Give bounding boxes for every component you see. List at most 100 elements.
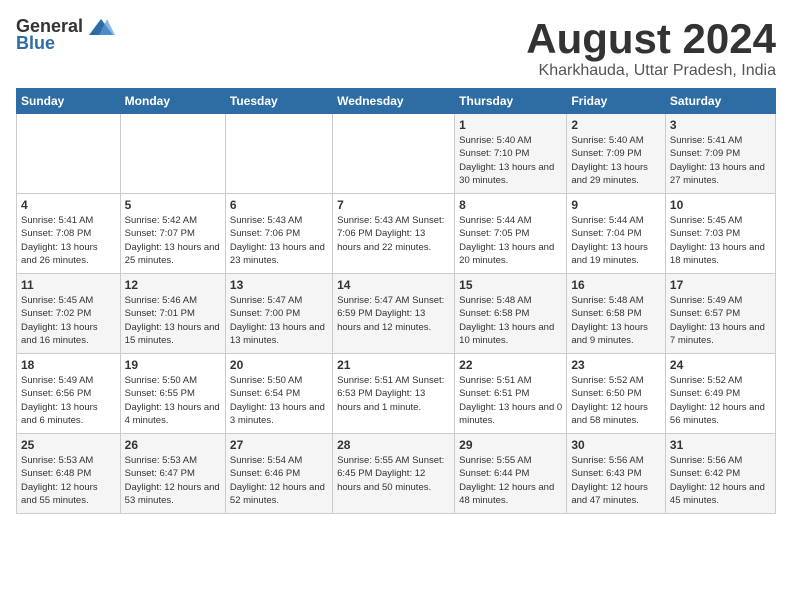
day-number: 9	[571, 198, 661, 212]
calendar-cell: 2 Sunrise: 5:40 AM Sunset: 7:09 PM Daylig…	[567, 114, 666, 194]
logo: General Blue	[16, 16, 115, 54]
day-detail: Sunrise: 5:40 AM Sunset: 7:09 PM Dayligh…	[571, 134, 661, 187]
calendar-cell: 27 Sunrise: 5:54 AM Sunset: 6:46 PM Dayli…	[225, 434, 332, 514]
calendar-cell: 10 Sunrise: 5:45 AM Sunset: 7:03 PM Dayli…	[665, 194, 775, 274]
day-detail: Sunrise: 5:48 AM Sunset: 6:58 PM Dayligh…	[571, 294, 661, 347]
calendar-cell: 30 Sunrise: 5:56 AM Sunset: 6:43 PM Dayli…	[567, 434, 666, 514]
day-detail: Sunrise: 5:56 AM Sunset: 6:43 PM Dayligh…	[571, 454, 661, 507]
day-number: 24	[670, 358, 771, 372]
day-number: 30	[571, 438, 661, 452]
title-block: August 2024 Kharkhauda, Uttar Pradesh, I…	[526, 16, 776, 80]
col-header-tuesday: Tuesday	[225, 89, 332, 114]
calendar-title: August 2024	[526, 16, 776, 62]
day-number: 20	[230, 358, 328, 372]
calendar-cell: 20 Sunrise: 5:50 AM Sunset: 6:54 PM Dayli…	[225, 354, 332, 434]
day-number: 31	[670, 438, 771, 452]
day-detail: Sunrise: 5:43 AM Sunset: 7:06 PM Dayligh…	[337, 214, 450, 254]
col-header-monday: Monday	[120, 89, 225, 114]
day-detail: Sunrise: 5:48 AM Sunset: 6:58 PM Dayligh…	[459, 294, 562, 347]
calendar-cell: 23 Sunrise: 5:52 AM Sunset: 6:50 PM Dayli…	[567, 354, 666, 434]
day-detail: Sunrise: 5:55 AM Sunset: 6:45 PM Dayligh…	[337, 454, 450, 494]
day-number: 21	[337, 358, 450, 372]
calendar-cell: 31 Sunrise: 5:56 AM Sunset: 6:42 PM Dayli…	[665, 434, 775, 514]
day-detail: Sunrise: 5:52 AM Sunset: 6:49 PM Dayligh…	[670, 374, 771, 427]
day-detail: Sunrise: 5:47 AM Sunset: 6:59 PM Dayligh…	[337, 294, 450, 334]
col-header-saturday: Saturday	[665, 89, 775, 114]
col-header-thursday: Thursday	[455, 89, 567, 114]
calendar-cell: 8 Sunrise: 5:44 AM Sunset: 7:05 PM Daylig…	[455, 194, 567, 274]
day-number: 1	[459, 118, 562, 132]
calendar-cell: 11Sunrise: 5:45 AM Sunset: 7:02 PM Dayli…	[17, 274, 121, 354]
calendar-cell: 12Sunrise: 5:46 AM Sunset: 7:01 PM Dayli…	[120, 274, 225, 354]
calendar-cell: 25Sunrise: 5:53 AM Sunset: 6:48 PM Dayli…	[17, 434, 121, 514]
day-detail: Sunrise: 5:51 AM Sunset: 6:53 PM Dayligh…	[337, 374, 450, 414]
day-detail: Sunrise: 5:45 AM Sunset: 7:03 PM Dayligh…	[670, 214, 771, 267]
day-number: 14	[337, 278, 450, 292]
day-number: 11	[21, 278, 116, 292]
day-number: 28	[337, 438, 450, 452]
col-header-friday: Friday	[567, 89, 666, 114]
calendar-cell: 7 Sunrise: 5:43 AM Sunset: 7:06 PM Daylig…	[333, 194, 455, 274]
calendar-cell: 14 Sunrise: 5:47 AM Sunset: 6:59 PM Dayli…	[333, 274, 455, 354]
day-detail: Sunrise: 5:49 AM Sunset: 6:57 PM Dayligh…	[670, 294, 771, 347]
calendar-cell: 29 Sunrise: 5:55 AM Sunset: 6:44 PM Dayli…	[455, 434, 567, 514]
day-detail: Sunrise: 5:50 AM Sunset: 6:55 PM Dayligh…	[125, 374, 221, 427]
day-detail: Sunrise: 5:47 AM Sunset: 7:00 PM Dayligh…	[230, 294, 328, 347]
day-detail: Sunrise: 5:55 AM Sunset: 6:44 PM Dayligh…	[459, 454, 562, 507]
calendar-cell: 16 Sunrise: 5:48 AM Sunset: 6:58 PM Dayli…	[567, 274, 666, 354]
day-detail: Sunrise: 5:50 AM Sunset: 6:54 PM Dayligh…	[230, 374, 328, 427]
calendar-cell: 13 Sunrise: 5:47 AM Sunset: 7:00 PM Dayli…	[225, 274, 332, 354]
day-number: 23	[571, 358, 661, 372]
day-number: 26	[125, 438, 221, 452]
calendar-cell: 21 Sunrise: 5:51 AM Sunset: 6:53 PM Dayli…	[333, 354, 455, 434]
day-number: 15	[459, 278, 562, 292]
calendar-cell: 19 Sunrise: 5:50 AM Sunset: 6:55 PM Dayli…	[120, 354, 225, 434]
day-number: 10	[670, 198, 771, 212]
day-number: 7	[337, 198, 450, 212]
day-number: 8	[459, 198, 562, 212]
day-detail: Sunrise: 5:49 AM Sunset: 6:56 PM Dayligh…	[21, 374, 116, 427]
day-number: 12	[125, 278, 221, 292]
col-header-sunday: Sunday	[17, 89, 121, 114]
day-number: 2	[571, 118, 661, 132]
calendar-cell: 6Sunrise: 5:43 AM Sunset: 7:06 PM Daylig…	[225, 194, 332, 274]
calendar-cell: 9 Sunrise: 5:44 AM Sunset: 7:04 PM Daylig…	[567, 194, 666, 274]
day-number: 13	[230, 278, 328, 292]
day-detail: Sunrise: 5:54 AM Sunset: 6:46 PM Dayligh…	[230, 454, 328, 507]
day-detail: Sunrise: 5:53 AM Sunset: 6:47 PM Dayligh…	[125, 454, 221, 507]
calendar-cell	[225, 114, 332, 194]
day-detail: Sunrise: 5:56 AM Sunset: 6:42 PM Dayligh…	[670, 454, 771, 507]
calendar-cell: 17 Sunrise: 5:49 AM Sunset: 6:57 PM Dayli…	[665, 274, 775, 354]
day-detail: Sunrise: 5:42 AM Sunset: 7:07 PM Dayligh…	[125, 214, 221, 267]
calendar-cell: 1 Sunrise: 5:40 AM Sunset: 7:10 PM Daylig…	[455, 114, 567, 194]
day-number: 16	[571, 278, 661, 292]
calendar-cell	[17, 114, 121, 194]
day-detail: Sunrise: 5:51 AM Sunset: 6:51 PM Dayligh…	[459, 374, 562, 427]
day-detail: Sunrise: 5:41 AM Sunset: 7:08 PM Dayligh…	[21, 214, 116, 267]
day-detail: Sunrise: 5:40 AM Sunset: 7:10 PM Dayligh…	[459, 134, 562, 187]
calendar-cell: 18 Sunrise: 5:49 AM Sunset: 6:56 PM Dayli…	[17, 354, 121, 434]
col-header-wednesday: Wednesday	[333, 89, 455, 114]
calendar-cell: 28 Sunrise: 5:55 AM Sunset: 6:45 PM Dayli…	[333, 434, 455, 514]
day-number: 27	[230, 438, 328, 452]
calendar-table: SundayMondayTuesdayWednesdayThursdayFrid…	[16, 88, 776, 514]
day-detail: Sunrise: 5:52 AM Sunset: 6:50 PM Dayligh…	[571, 374, 661, 427]
day-number: 29	[459, 438, 562, 452]
day-detail: Sunrise: 5:44 AM Sunset: 7:04 PM Dayligh…	[571, 214, 661, 267]
calendar-cell: 5Sunrise: 5:42 AM Sunset: 7:07 PM Daylig…	[120, 194, 225, 274]
day-number: 18	[21, 358, 116, 372]
calendar-cell	[120, 114, 225, 194]
calendar-cell	[333, 114, 455, 194]
day-detail: Sunrise: 5:41 AM Sunset: 7:09 PM Dayligh…	[670, 134, 771, 187]
calendar-cell: 4 Sunrise: 5:41 AM Sunset: 7:08 PM Daylig…	[17, 194, 121, 274]
calendar-cell: 24 Sunrise: 5:52 AM Sunset: 6:49 PM Dayli…	[665, 354, 775, 434]
day-number: 19	[125, 358, 221, 372]
day-detail: Sunrise: 5:43 AM Sunset: 7:06 PM Dayligh…	[230, 214, 328, 267]
calendar-cell: 15 Sunrise: 5:48 AM Sunset: 6:58 PM Dayli…	[455, 274, 567, 354]
day-detail: Sunrise: 5:44 AM Sunset: 7:05 PM Dayligh…	[459, 214, 562, 267]
day-number: 4	[21, 198, 116, 212]
logo-icon	[87, 17, 115, 37]
day-number: 17	[670, 278, 771, 292]
logo-blue-text: Blue	[16, 33, 55, 54]
day-number: 25	[21, 438, 116, 452]
